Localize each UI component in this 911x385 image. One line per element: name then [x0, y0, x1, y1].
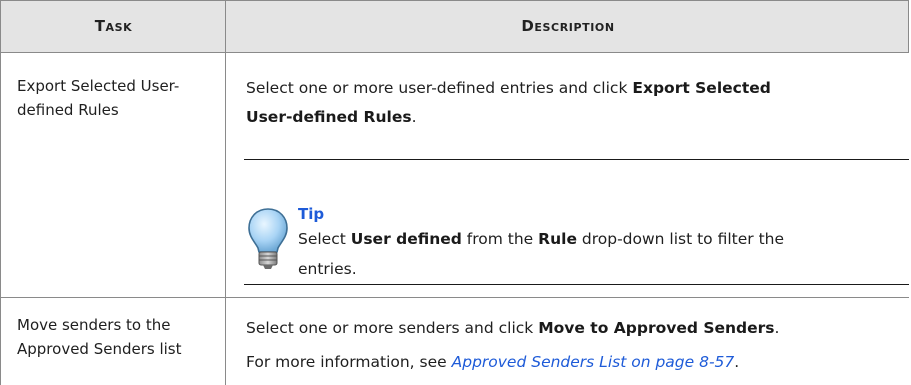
table-right-border — [908, 0, 909, 53]
description-line: User-defined Rules. — [246, 108, 417, 126]
table-header-row: Task Description — [0, 0, 909, 53]
tip-line: entries. — [298, 260, 357, 278]
task-table: Task Description Export Selected User- d… — [0, 0, 911, 385]
lightbulb-icon — [248, 208, 288, 269]
task-cell-move: Move senders to the Approved Senders lis… — [17, 313, 222, 361]
tip-line: Select User defined from the Rule drop-d… — [298, 230, 785, 248]
description-cell-move: Select one or more senders and click Mov… — [246, 313, 901, 377]
table-left-border — [0, 0, 1, 385]
task-line: Move senders to the — [17, 316, 171, 334]
approved-senders-link[interactable]: Approved Senders List on page 8-57 — [452, 353, 735, 371]
task-cell-export: Export Selected User- defined Rules — [17, 74, 222, 122]
tip-title: Tip — [298, 205, 325, 223]
description-line: Select one or more senders and click Mov… — [246, 319, 780, 337]
header-description: Description — [521, 17, 615, 35]
task-line: defined Rules — [17, 101, 119, 119]
column-divider — [225, 0, 226, 385]
task-line: Approved Senders list — [17, 340, 182, 358]
description-line: Select one or more user-defined entries … — [246, 79, 771, 97]
tip-bottom-rule — [244, 284, 909, 285]
tip-body: Select User defined from the Rule drop-d… — [298, 224, 904, 284]
description-cell-export: Select one or more user-defined entries … — [246, 74, 896, 132]
header-task: Task — [94, 17, 133, 35]
description-line: For more information, see Approved Sende… — [246, 353, 740, 371]
tip-top-rule — [244, 159, 909, 160]
task-line: Export Selected User- — [17, 77, 180, 95]
row-separator — [0, 297, 909, 298]
